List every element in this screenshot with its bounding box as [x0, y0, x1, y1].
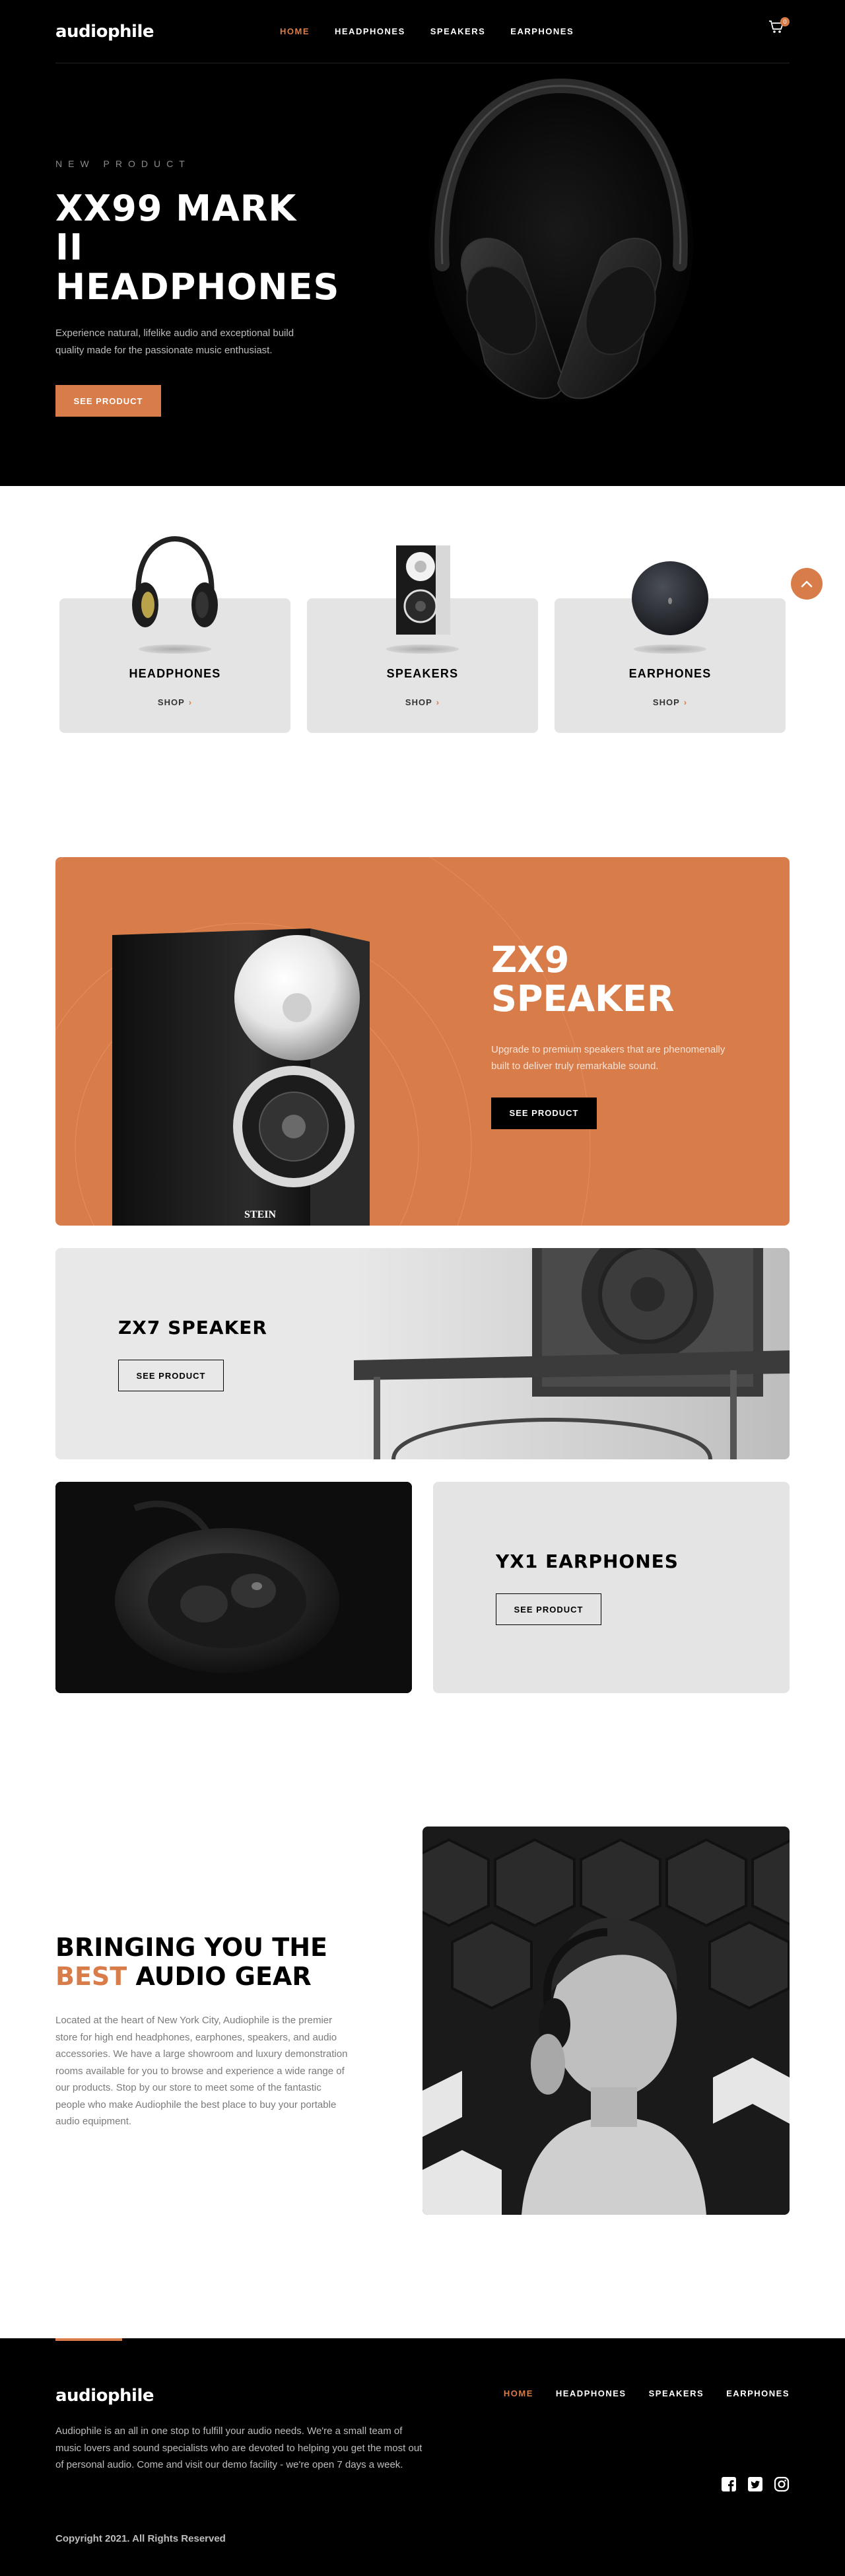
footer-nav-earphones[interactable]: EARPHONES: [726, 2388, 790, 2398]
about-image-art: [422, 1827, 790, 2215]
about-title: BRINGING YOU THE BEST AUDIO GEAR: [55, 1933, 349, 1991]
instagram-icon[interactable]: [774, 2476, 790, 2492]
nav-home[interactable]: HOME: [280, 26, 310, 36]
zx9-title: ZX9 SPEAKER: [491, 940, 729, 1019]
hero-section: audiophile HOME HEADPHONES SPEAKERS EARP…: [0, 0, 845, 486]
footer-copyright: Copyright 2021. All Rights Reserved: [55, 2533, 226, 2544]
facebook-icon[interactable]: [721, 2476, 737, 2492]
zx9-title-line1: ZX9: [491, 939, 570, 981]
category-headphones-image: [132, 536, 218, 627]
twitter-icon[interactable]: [747, 2476, 763, 2492]
nav-earphones[interactable]: EARPHONES: [510, 26, 574, 36]
yx1-image-art: [55, 1482, 412, 1693]
zx9-promo-card: STEIN ZX9 SPEAKER Upgrade to premium spe…: [55, 857, 790, 1226]
category-card-earphones[interactable]: EARPHONES SHOP ›: [555, 561, 786, 733]
category-earphones-image: [632, 561, 708, 635]
chevron-up-icon: [801, 580, 813, 588]
footer-nav: HOME HEADPHONES SPEAKERS EARPHONES: [504, 2388, 790, 2398]
shop-label: SHOP: [157, 697, 185, 707]
about-person-image: [422, 1827, 790, 2215]
chevron-right-icon: ›: [188, 697, 193, 707]
zx7-text: ZX7 SPEAKER SEE PRODUCT: [118, 1317, 267, 1391]
top-nav: audiophile HOME HEADPHONES SPEAKERS EARP…: [55, 0, 790, 63]
hero-title: XX99 MARK II HEADPHONES: [55, 188, 339, 306]
yx1-earphones-image: [55, 1482, 412, 1693]
yx1-text: YX1 EARPHONES SEE PRODUCT: [496, 1550, 679, 1625]
zx9-text: ZX9 SPEAKER Upgrade to premium speakers …: [491, 940, 729, 1129]
cart-button[interactable]: 0: [768, 17, 790, 37]
yx1-promo-card: YX1 EARPHONES SEE PRODUCT: [433, 1482, 790, 1693]
footer-accent-bar: [55, 2338, 122, 2341]
category-speakers-image: [396, 545, 450, 635]
nav-speakers[interactable]: SPEAKERS: [430, 26, 486, 36]
logo[interactable]: audiophile: [55, 22, 154, 42]
nav-links: HOME HEADPHONES SPEAKERS EARPHONES: [280, 26, 574, 36]
hero-overline: NEW PRODUCT: [55, 158, 191, 169]
hero-text: NEW PRODUCT XX99 MARK II HEADPHONES Expe…: [55, 158, 339, 417]
category-headphones-shop-link[interactable]: SHOP ›: [59, 697, 290, 707]
footer-description: Audiophile is an all in one stop to fulf…: [55, 2425, 422, 2470]
about-section: BRINGING YOU THE BEST AUDIO GEAR Located…: [55, 1933, 349, 2130]
hero-title-line1: XX99 MARK II: [55, 188, 297, 269]
zx7-title: ZX7 SPEAKER: [118, 1317, 267, 1339]
category-earphones-title: EARPHONES: [628, 667, 712, 680]
chevron-right-icon: ›: [436, 697, 440, 707]
social-links: [721, 2476, 790, 2492]
category-speakers-title: SPEAKERS: [386, 667, 459, 680]
about-description: Located at the heart of New York City, A…: [55, 2015, 348, 2128]
hero-headphones-image: [422, 73, 700, 442]
scroll-to-top-button[interactable]: [791, 568, 823, 600]
category-headphones-title: HEADPHONES: [129, 667, 221, 680]
zx9-speaker-image: STEIN: [112, 928, 370, 1226]
footer: audiophile HOME HEADPHONES SPEAKERS EARP…: [0, 2338, 845, 2576]
cart-count-badge: 0: [780, 17, 790, 26]
page: audiophile HOME HEADPHONES SPEAKERS EARP…: [0, 0, 845, 2576]
hero-see-product-button[interactable]: SEE PRODUCT: [55, 385, 161, 417]
zx9-see-product-button[interactable]: SEE PRODUCT: [491, 1097, 597, 1129]
footer-nav-home[interactable]: HOME: [504, 2388, 533, 2398]
footer-nav-speakers[interactable]: SPEAKERS: [649, 2388, 704, 2398]
yx1-see-product-button[interactable]: SEE PRODUCT: [496, 1593, 601, 1625]
footer-logo[interactable]: audiophile: [55, 2386, 154, 2406]
about-title-part2: AUDIO GEAR: [135, 1961, 312, 1991]
category-speakers-shadow: [386, 644, 459, 654]
footer-nav-headphones[interactable]: HEADPHONES: [556, 2388, 626, 2398]
chevron-right-icon: ›: [683, 697, 688, 707]
nav-headphones[interactable]: HEADPHONES: [335, 26, 405, 36]
category-headphones-shadow: [139, 644, 211, 654]
shop-label: SHOP: [652, 697, 680, 707]
zx7-speaker-image: [354, 1248, 790, 1459]
category-card-speakers[interactable]: SPEAKERS SHOP ›: [307, 545, 538, 733]
category-earphones-shop-link[interactable]: SHOP ›: [555, 697, 786, 707]
yx1-title: YX1 EARPHONES: [496, 1550, 679, 1572]
category-speakers-shop-link[interactable]: SHOP ›: [307, 697, 538, 707]
hero-title-line2: HEADPHONES: [55, 265, 340, 308]
category-earphones-shadow: [634, 644, 706, 654]
category-card-headphones[interactable]: HEADPHONES SHOP ›: [59, 536, 290, 733]
zx9-description: Upgrade to premium speakers that are phe…: [491, 1043, 726, 1072]
zx9-title-line2: SPEAKER: [491, 978, 675, 1020]
categories-section: HEADPHONES SHOP › SPEAKERS SHOP › EARPHO…: [0, 486, 845, 829]
about-title-accent: BEST: [55, 1961, 127, 1991]
zx7-see-product-button[interactable]: SEE PRODUCT: [118, 1360, 224, 1391]
hero-description: Experience natural, lifelike audio and e…: [55, 328, 294, 356]
zx7-promo-card: ZX7 SPEAKER SEE PRODUCT: [55, 1248, 790, 1459]
shop-label: SHOP: [405, 697, 432, 707]
about-title-part1: BRINGING YOU THE: [55, 1933, 327, 1962]
zx9-brand-logo: STEIN: [244, 1209, 276, 1220]
